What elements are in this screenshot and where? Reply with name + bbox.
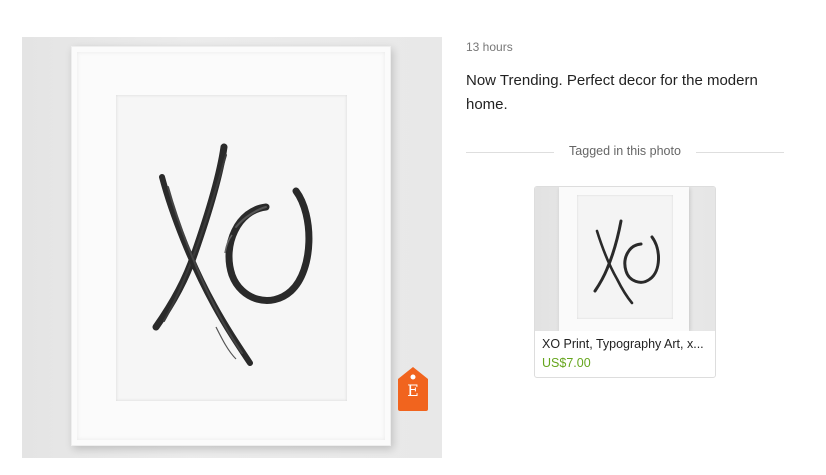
divider-line-right: [696, 152, 784, 153]
print-mat: [116, 95, 347, 401]
xo-print-artwork: [116, 95, 347, 401]
product-thumbnail: [535, 187, 715, 331]
picture-frame: [71, 46, 391, 446]
thumbnail-mat: [577, 195, 673, 319]
xo-brush-lettering: [152, 143, 313, 366]
product-price: US$7.00: [542, 356, 591, 370]
tagged-product-card[interactable]: XO Print, Typography Art, x... US$7.00: [534, 186, 716, 378]
tagged-divider: Tagged in this photo: [466, 144, 784, 160]
etsy-tag-icon[interactable]: E: [398, 367, 428, 411]
post-timestamp: 13 hours: [466, 40, 513, 54]
thumbnail-frame: [559, 187, 689, 331]
thumbnail-xo-lettering: [593, 219, 660, 305]
tagged-label: Tagged in this photo: [569, 144, 681, 158]
post-caption: Now Trending. Perfect decor for the mode…: [466, 72, 758, 113]
etsy-tag-letter: E: [407, 381, 419, 400]
product-title[interactable]: XO Print, Typography Art, x...: [542, 337, 710, 351]
post-photo[interactable]: E: [22, 37, 442, 458]
